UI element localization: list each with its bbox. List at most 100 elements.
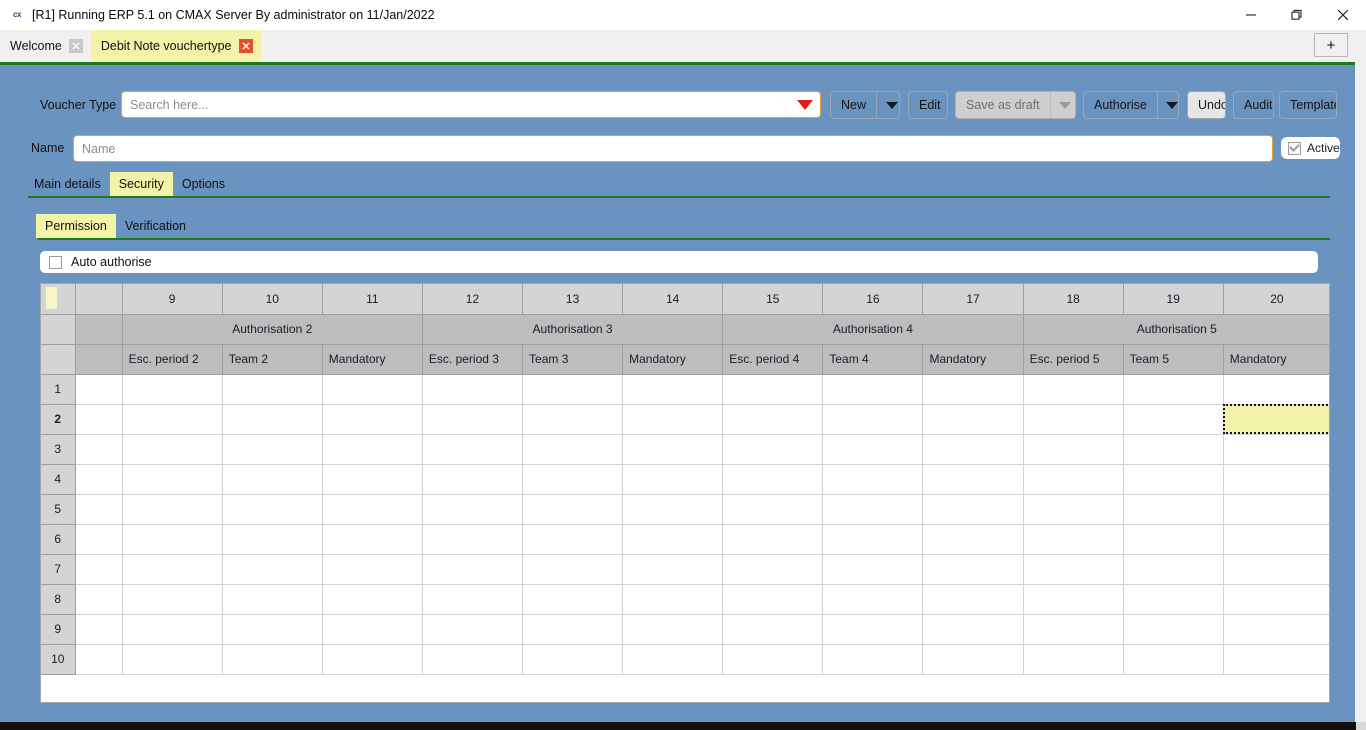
row-indicator-cell[interactable] [75, 524, 122, 554]
column-header[interactable]: Mandatory [322, 344, 422, 374]
table-cell[interactable] [1123, 404, 1223, 434]
row-indicator-cell[interactable] [75, 554, 122, 584]
table-cell[interactable] [422, 434, 522, 464]
table-cell[interactable] [1023, 584, 1123, 614]
row-indicator-cell[interactable] [75, 374, 122, 404]
table-cell[interactable] [923, 374, 1023, 404]
table-row[interactable]: 5 [41, 494, 1330, 524]
audit-button[interactable]: Audit [1233, 91, 1274, 119]
column-number[interactable]: 20 [1223, 284, 1330, 314]
table-cell[interactable] [823, 644, 923, 674]
row-header[interactable]: 4 [41, 464, 75, 494]
column-header[interactable]: Team 4 [823, 344, 923, 374]
table-cell[interactable] [523, 434, 623, 464]
table-cell[interactable] [422, 524, 522, 554]
close-icon[interactable] [239, 39, 253, 53]
table-cell[interactable] [523, 524, 623, 554]
table-cell[interactable] [222, 464, 322, 494]
table-cell[interactable] [723, 464, 823, 494]
new-button[interactable]: New [830, 91, 900, 119]
table-cell[interactable] [322, 434, 422, 464]
table-cell[interactable] [222, 614, 322, 644]
table-row[interactable]: 2 [41, 404, 1330, 434]
column-number[interactable]: 16 [823, 284, 923, 314]
column-header[interactable]: Team 5 [1123, 344, 1223, 374]
table-cell[interactable] [1123, 584, 1223, 614]
table-cell[interactable] [623, 584, 723, 614]
table-cell[interactable] [1123, 494, 1223, 524]
table-cell[interactable] [523, 404, 623, 434]
table-cell[interactable] [122, 374, 222, 404]
authorise-button[interactable]: Authorise [1083, 91, 1179, 119]
table-cell[interactable] [122, 434, 222, 464]
add-tab-button[interactable]: + [1314, 33, 1348, 57]
table-cell[interactable] [623, 614, 723, 644]
table-cell[interactable] [222, 404, 322, 434]
row-header[interactable]: 8 [41, 584, 75, 614]
table-row[interactable]: 7 [41, 554, 1330, 584]
voucher-type-search-field[interactable] [121, 91, 821, 118]
table-cell[interactable] [923, 494, 1023, 524]
row-indicator-cell[interactable] [75, 494, 122, 524]
table-cell[interactable] [823, 584, 923, 614]
table-cell[interactable] [422, 494, 522, 524]
table-cell[interactable] [723, 644, 823, 674]
table-cell[interactable] [422, 644, 522, 674]
voucher-type-dropdown-icon[interactable] [790, 92, 820, 117]
table-cell[interactable] [122, 494, 222, 524]
table-cell[interactable] [1023, 494, 1123, 524]
row-indicator-cell[interactable] [75, 614, 122, 644]
table-cell[interactable] [222, 434, 322, 464]
table-cell[interactable] [823, 404, 923, 434]
table-cell[interactable] [523, 644, 623, 674]
table-cell[interactable] [1123, 464, 1223, 494]
table-cell[interactable] [322, 404, 422, 434]
row-indicator-cell[interactable] [75, 644, 122, 674]
table-cell[interactable] [723, 584, 823, 614]
table-cell[interactable] [1223, 554, 1330, 584]
close-icon[interactable] [69, 39, 83, 53]
table-cell[interactable] [322, 584, 422, 614]
row-header[interactable]: 9 [41, 614, 75, 644]
table-cell[interactable] [322, 524, 422, 554]
table-cell[interactable] [823, 464, 923, 494]
table-row[interactable]: 6 [41, 524, 1330, 554]
restore-button[interactable] [1274, 0, 1320, 30]
table-row[interactable]: 1 [41, 374, 1330, 404]
active-checkbox[interactable]: Active [1281, 137, 1340, 159]
table-cell[interactable] [923, 434, 1023, 464]
table-cell[interactable] [1223, 494, 1330, 524]
edit-button[interactable]: Edit [908, 91, 948, 119]
column-header[interactable]: Esc. period 3 [422, 344, 522, 374]
table-cell[interactable] [1223, 584, 1330, 614]
table-cell[interactable] [122, 614, 222, 644]
table-cell[interactable] [723, 494, 823, 524]
document-tab-debit-note-vouchertype[interactable]: Debit Note vouchertype [91, 30, 261, 62]
table-cell[interactable] [523, 494, 623, 524]
checkbox-icon[interactable] [49, 256, 62, 269]
table-cell[interactable] [122, 554, 222, 584]
close-button[interactable] [1320, 0, 1366, 30]
table-cell[interactable] [623, 644, 723, 674]
table-cell[interactable] [723, 404, 823, 434]
column-header[interactable]: Esc. period 2 [122, 344, 222, 374]
table-cell[interactable] [1223, 524, 1330, 554]
table-cell[interactable] [923, 524, 1023, 554]
table-cell[interactable] [1123, 644, 1223, 674]
row-indicator-cell[interactable] [75, 464, 122, 494]
template-button[interactable]: Template [1279, 91, 1337, 119]
column-number[interactable]: 19 [1123, 284, 1223, 314]
table-cell[interactable] [923, 464, 1023, 494]
table-cell[interactable] [422, 464, 522, 494]
table-cell[interactable] [122, 464, 222, 494]
table-cell[interactable] [723, 524, 823, 554]
chevron-down-icon[interactable] [1050, 92, 1076, 118]
column-header[interactable]: Mandatory [623, 344, 723, 374]
tab-permission[interactable]: Permission [36, 214, 116, 238]
table-cell[interactable] [823, 434, 923, 464]
chevron-down-icon[interactable] [1157, 92, 1179, 118]
table-cell[interactable] [1123, 524, 1223, 554]
table-cell[interactable] [723, 554, 823, 584]
table-row[interactable]: 10 [41, 644, 1330, 674]
table-cell[interactable] [623, 374, 723, 404]
